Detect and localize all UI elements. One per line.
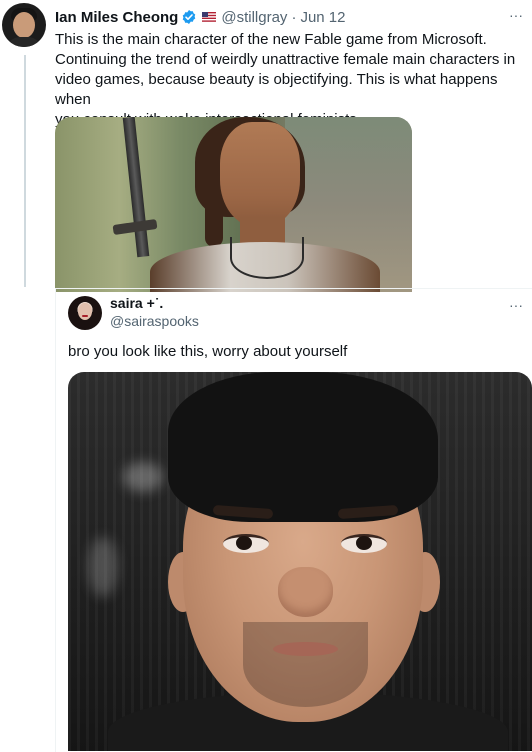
image-character-necklace	[230, 237, 304, 279]
avatar-lips	[82, 315, 88, 317]
image-person-nose	[278, 567, 333, 617]
sparkle-decoration: +˙.	[146, 295, 164, 311]
tweet-text: This is the main character of the new Fa…	[55, 30, 525, 130]
verified-badge-icon	[183, 10, 196, 24]
avatar-face	[13, 12, 35, 38]
quoted-tweet-text: bro you look like this, worry about your…	[68, 343, 348, 360]
image-character-face	[220, 122, 300, 227]
author-name[interactable]: Ian Miles Cheong	[55, 9, 178, 26]
avatar-shirt	[6, 37, 42, 47]
image-light	[88, 537, 118, 597]
quoted-author-avatar[interactable]	[68, 296, 102, 330]
quoted-tweet-media-image[interactable]	[68, 372, 532, 751]
quoted-author-name[interactable]: saira +˙.	[110, 295, 163, 311]
image-person-hair	[168, 372, 438, 522]
tweet-header: Ian Miles Cheong @stillgray · Jun 12	[55, 6, 345, 28]
image-person-pupil	[236, 536, 252, 550]
image-sword	[122, 117, 150, 258]
tweet-media-image[interactable]	[55, 117, 412, 292]
avatar-face	[78, 303, 92, 320]
thread-line	[24, 55, 26, 287]
tweet-text-line: Continuing the trend of weirdly unattrac…	[55, 51, 516, 68]
flag-icon	[202, 12, 217, 22]
author-avatar[interactable]	[2, 3, 46, 47]
quoted-author-handle[interactable]: @sairaspooks	[110, 313, 199, 329]
tweet-text-line: video games, because beauty is objectify…	[55, 71, 498, 108]
tweet-text-line: This is the main character of the new Fa…	[55, 31, 487, 48]
author-handle[interactable]: @stillgray	[221, 9, 287, 26]
quoted-author-name-text: saira	[110, 295, 143, 311]
more-options-icon[interactable]: ···	[509, 7, 523, 23]
image-person-pupil	[356, 536, 372, 550]
separator-dot: ·	[291, 8, 297, 26]
more-options-icon[interactable]: ···	[509, 297, 523, 313]
tweet-date[interactable]: Jun 12	[300, 9, 345, 26]
image-person-stubble	[243, 622, 368, 707]
image-person-mouth	[273, 642, 338, 656]
image-light	[123, 462, 163, 492]
